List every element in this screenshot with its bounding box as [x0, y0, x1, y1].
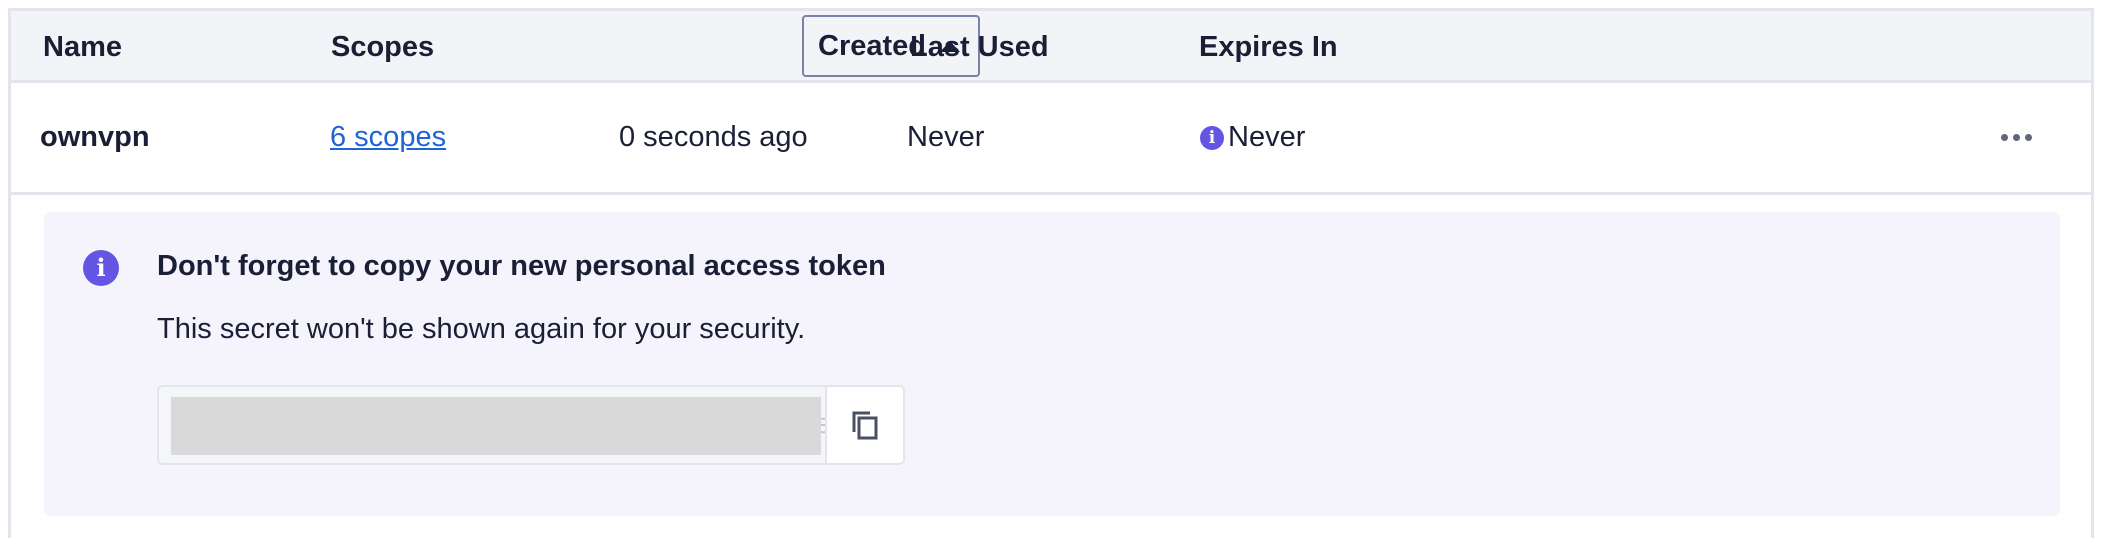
- scopes-link[interactable]: 6 scopes: [330, 121, 446, 153]
- column-header-scopes[interactable]: Scopes: [331, 11, 434, 83]
- more-actions-button[interactable]: [1996, 123, 2036, 151]
- scopes-cell: 6 scopes: [330, 83, 446, 192]
- more-dot: [2012, 133, 2020, 141]
- tokens-table: Name Scopes Created Last Used Expires In…: [8, 8, 2094, 538]
- more-horizontal-icon: [2000, 133, 2008, 141]
- token-field: [157, 385, 905, 465]
- copy-token-button[interactable]: [825, 387, 903, 463]
- redaction-mask: [171, 397, 821, 455]
- column-header-last-used[interactable]: Last Used: [910, 11, 1049, 83]
- token-notice: i Don't forget to copy your new personal…: [44, 212, 2060, 516]
- notice-body: This secret won't be shown again for you…: [157, 313, 806, 345]
- table-header: Name Scopes Created Last Used Expires In: [11, 11, 2091, 83]
- notice-title: Don't forget to copy your new personal a…: [157, 250, 886, 282]
- last-used-cell: Never: [907, 121, 985, 153]
- expires-cell: i Never: [1200, 83, 1305, 192]
- copy-icon: [852, 411, 878, 440]
- column-header-expires-in[interactable]: Expires In: [1199, 11, 1338, 83]
- more-dot: [2024, 133, 2032, 141]
- token-name: ownvpn: [40, 121, 150, 153]
- created-cell: 0 seconds ago: [619, 121, 808, 153]
- info-icon[interactable]: i: [1200, 126, 1224, 151]
- expires-value: Never: [1228, 121, 1306, 153]
- column-header-name[interactable]: Name: [43, 11, 122, 83]
- table-row: ownvpn 6 scopes 0 seconds ago Never i Nev…: [11, 83, 2091, 195]
- info-icon: i: [83, 250, 119, 286]
